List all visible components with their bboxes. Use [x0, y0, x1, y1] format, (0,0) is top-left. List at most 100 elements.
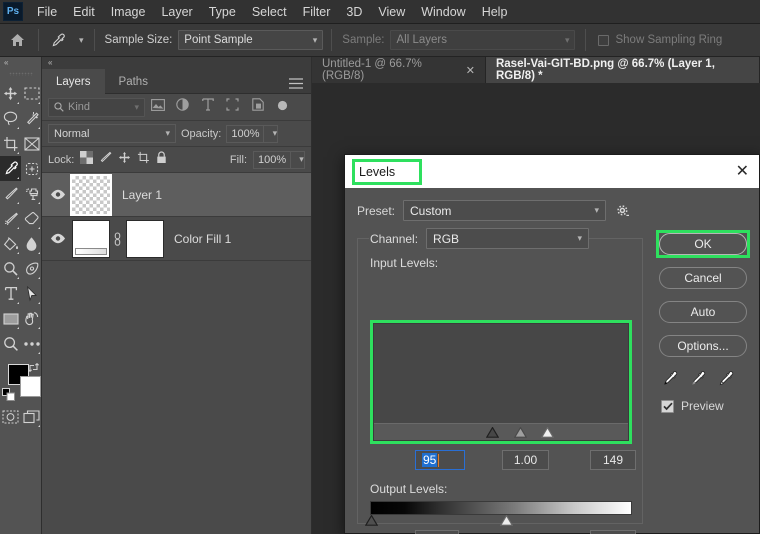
histogram-display[interactable]: [373, 323, 629, 441]
eyedropper-tool[interactable]: [0, 156, 21, 181]
table-row[interactable]: Color Fill 1: [42, 217, 311, 261]
swap-colors-icon[interactable]: [27, 361, 40, 379]
cancel-button[interactable]: Cancel: [659, 267, 747, 289]
pen-tool[interactable]: [21, 256, 42, 281]
menu-help[interactable]: Help: [474, 2, 516, 22]
gradient-tool[interactable]: [0, 231, 21, 256]
menu-file[interactable]: File: [29, 2, 65, 22]
tab-layers[interactable]: Layers: [42, 69, 105, 94]
filter-type-layer-icon[interactable]: [195, 98, 220, 116]
zoom-tool[interactable]: [0, 331, 21, 356]
horizontal-type-tool[interactable]: [0, 281, 21, 306]
eye-icon[interactable]: [46, 233, 70, 244]
double-chevron-left-icon[interactable]: «: [0, 57, 41, 69]
history-brush-tool[interactable]: [0, 206, 21, 231]
table-row[interactable]: Layer 1: [42, 173, 311, 217]
edit-toolbar-button[interactable]: [21, 331, 42, 356]
dialog-title-bar[interactable]: Levels ✕: [345, 155, 759, 188]
path-selection-tool[interactable]: [21, 281, 42, 306]
hand-tool[interactable]: [21, 306, 42, 331]
layer-name[interactable]: Layer 1: [122, 188, 162, 202]
input-white-field[interactable]: 149: [590, 450, 636, 470]
output-white-field[interactable]: 135: [590, 530, 636, 534]
brush-tool[interactable]: [0, 181, 21, 206]
sample-size-select[interactable]: Point Sample ▾: [178, 30, 324, 50]
gear-icon[interactable]: [614, 204, 632, 218]
fill-stepper[interactable]: ▾: [291, 150, 305, 169]
lock-image-icon[interactable]: [99, 151, 112, 169]
active-tool-preview[interactable]: ▾: [43, 32, 90, 49]
output-white-slider[interactable]: [500, 515, 513, 526]
menu-type[interactable]: Type: [201, 2, 244, 22]
layer-name[interactable]: Color Fill 1: [174, 232, 231, 246]
lock-transparency-icon[interactable]: [80, 150, 94, 169]
home-icon[interactable]: [0, 33, 34, 47]
layer-filter-kind-select[interactable]: Kind ▾: [48, 97, 145, 117]
panel-collapse-button[interactable]: «: [42, 57, 311, 69]
preview-row[interactable]: Preview: [659, 399, 747, 413]
set-gray-point-icon[interactable]: [689, 369, 707, 387]
input-gamma-field[interactable]: 1.00: [502, 450, 549, 470]
input-slider-track[interactable]: [374, 423, 628, 440]
eraser-tool[interactable]: [21, 206, 42, 231]
menu-select[interactable]: Select: [244, 2, 295, 22]
options-button[interactable]: Options...: [659, 335, 747, 357]
close-icon[interactable]: ✕: [466, 64, 475, 77]
output-black-slider[interactable]: [365, 515, 378, 526]
panel-menu-icon[interactable]: [289, 76, 303, 94]
frame-tool[interactable]: [21, 131, 42, 156]
menu-image[interactable]: Image: [103, 2, 154, 22]
opacity-stepper[interactable]: ▾: [264, 124, 279, 143]
menu-3d[interactable]: 3D: [338, 2, 370, 22]
output-black-field[interactable]: 0: [415, 530, 459, 534]
chevron-down-icon[interactable]: ▾: [79, 35, 84, 46]
lock-position-icon[interactable]: [118, 151, 131, 169]
move-tool[interactable]: [0, 81, 21, 106]
set-white-point-icon[interactable]: [717, 369, 735, 387]
object-selection-tool[interactable]: [21, 106, 42, 131]
set-black-point-icon[interactable]: [661, 369, 679, 387]
document-tab-rasel[interactable]: Rasel-Vai-GIT-BD.png @ 66.7% (Layer 1, R…: [485, 57, 760, 83]
channel-select[interactable]: RGB ▾: [426, 228, 590, 249]
rectangular-marquee-tool[interactable]: [21, 81, 42, 106]
layer-fill-thumbnail[interactable]: [72, 219, 110, 258]
lock-all-icon[interactable]: [156, 150, 167, 169]
layer-thumbnail[interactable]: [70, 173, 112, 216]
close-icon[interactable]: ✕: [736, 163, 749, 180]
sample-select[interactable]: All Layers ▾: [390, 30, 576, 50]
screen-mode-button[interactable]: [21, 404, 42, 429]
auto-button[interactable]: Auto: [659, 301, 747, 323]
link-icon[interactable]: [110, 231, 124, 246]
menu-edit[interactable]: Edit: [65, 2, 103, 22]
input-black-slider[interactable]: [486, 427, 499, 438]
lasso-tool[interactable]: [0, 106, 21, 131]
filter-shape-layer-icon[interactable]: [220, 98, 245, 116]
filter-smart-object-icon[interactable]: [245, 98, 270, 116]
rectangle-tool[interactable]: [0, 306, 21, 331]
input-white-slider[interactable]: [541, 427, 554, 438]
fill-input[interactable]: 100%: [253, 150, 291, 169]
clone-stamp-tool[interactable]: [21, 181, 42, 206]
show-sampling-ring-checkbox[interactable]: [598, 34, 610, 46]
background-color-swatch[interactable]: [20, 376, 41, 397]
dodge-tool[interactable]: [0, 256, 21, 281]
filter-adjustment-layer-icon[interactable]: [170, 98, 195, 116]
ok-button[interactable]: OK: [659, 233, 747, 255]
spot-healing-brush-tool[interactable]: [21, 156, 42, 181]
menu-layer[interactable]: Layer: [153, 2, 200, 22]
input-gamma-slider[interactable]: [514, 427, 527, 438]
menu-filter[interactable]: Filter: [295, 2, 339, 22]
menu-view[interactable]: View: [370, 2, 413, 22]
layer-mask-thumbnail[interactable]: [126, 219, 164, 258]
blur-tool[interactable]: [21, 231, 42, 256]
crop-tool[interactable]: [0, 131, 21, 156]
blend-mode-select[interactable]: Normal ▾: [48, 124, 176, 143]
tab-paths[interactable]: Paths: [105, 69, 162, 94]
input-black-field[interactable]: 95: [415, 450, 465, 470]
quick-mask-button[interactable]: [0, 404, 21, 429]
document-tab-untitled[interactable]: Untitled-1 @ 66.7% (RGB/8) ✕: [312, 57, 486, 83]
opacity-input[interactable]: 100%: [226, 124, 265, 143]
filter-pixel-layer-icon[interactable]: [145, 98, 170, 116]
filter-toggle-icon[interactable]: [270, 98, 295, 116]
preview-checkbox[interactable]: [661, 399, 674, 413]
